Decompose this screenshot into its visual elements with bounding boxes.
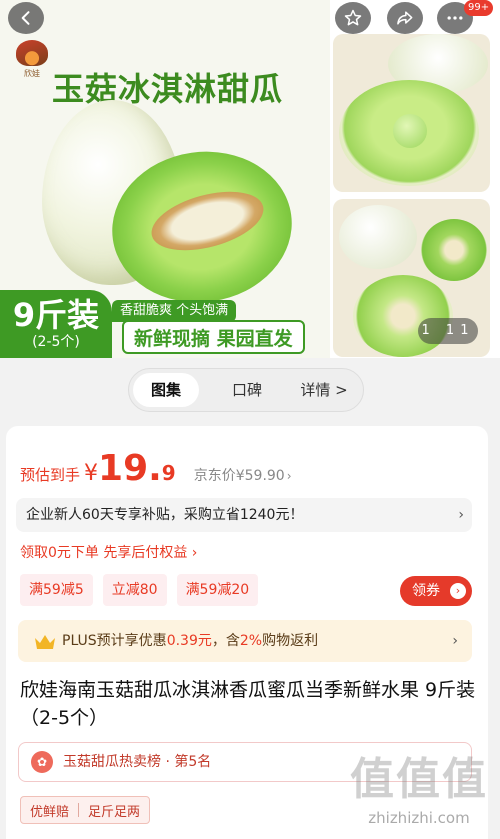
guarantee-item: 足斤足两 (88, 804, 141, 820)
weight-badge: 9斤装 (2-5个) (0, 290, 112, 358)
back-button[interactable] (8, 2, 44, 34)
subsidy-banner[interactable]: 企业新人60天专享补贴，采购立省1240元！ › (16, 498, 472, 532)
plus-amount: 0.39元 (166, 633, 212, 649)
hero-image[interactable]: 欣娃 玉菇冰淇淋甜瓜 9斤装 (2-5个) 香甜脆爽 个头饱满 新鲜现摘 果园直… (0, 0, 330, 358)
coupon-tag[interactable]: 满59减20 (176, 574, 259, 606)
crown-icon (35, 635, 55, 649)
chevron-left-icon (21, 11, 30, 25)
plus-suffix: 购物返利 (262, 633, 319, 649)
tab-gallery[interactable]: 图集 (133, 373, 199, 407)
tag-sweet: 香甜脆爽 个头饱满 (112, 300, 237, 322)
get-coupon-button[interactable]: 领券 › (400, 576, 472, 606)
brand-logo-text: 欣娃 (24, 69, 40, 78)
brand-logo-mark (16, 40, 48, 66)
price-decimal: 9 (161, 461, 176, 485)
arrow-circle-icon: › (450, 583, 466, 599)
more-dots-icon (447, 16, 463, 20)
subsidy-text: 企业新人60天专享补贴，采购立省1240元！ (26, 507, 304, 523)
plus-rate: 2% (239, 633, 263, 649)
thumb-melon-half-small (421, 219, 487, 281)
image-gallery[interactable]: 欣娃 玉菇冰淇淋甜瓜 9斤装 (2-5个) 香甜脆爽 个头饱满 新鲜现摘 果园直… (0, 0, 500, 358)
image-counter: 1 11 (418, 318, 478, 344)
thumbnail-scooped-melon[interactable] (333, 34, 490, 192)
chevron-right-icon: › (452, 633, 458, 649)
watermark-logo: 值值值 (350, 754, 488, 805)
price-label: 预估到手 (20, 466, 81, 484)
favorite-button[interactable] (335, 2, 371, 34)
weight-badge-big: 9斤装 (12, 296, 100, 334)
watermark-url: zhizhizhi.com (368, 809, 470, 827)
get-coupon-label: 领券 (412, 583, 440, 599)
credit-pay-link[interactable]: 领取0元下单 先享后付权益 › (20, 542, 197, 562)
share-button[interactable] (387, 2, 423, 34)
brand-logo: 欣娃 (12, 40, 52, 84)
coupon-tag[interactable]: 满59减5 (20, 574, 93, 606)
tab-reviews[interactable]: 口碑 (217, 373, 277, 407)
plus-middle: ，含 (211, 633, 240, 649)
tag-fresh: 新鲜现摘 果园直发 (122, 320, 305, 354)
share-icon (397, 11, 413, 25)
jd-price-link[interactable]: 京东价¥59.90 (194, 465, 285, 485)
plus-prefix: PLUS预计享优惠 (62, 633, 167, 649)
star-icon (344, 9, 362, 26)
price-currency: ¥ (84, 461, 99, 486)
jd-price-arrow[interactable]: › (287, 469, 292, 483)
price-integer: 19. (98, 448, 162, 489)
thumb-melon-ball (393, 114, 427, 148)
watermark: 值值值 zhizhizhi.com (344, 752, 494, 834)
service-guarantee[interactable]: 优鲜赔 足斤足两 (20, 796, 151, 824)
medal-icon: ✿ (31, 751, 53, 773)
notification-badge: 99+ (464, 0, 494, 16)
thumb-melon-whole (339, 205, 417, 269)
coupon-tag[interactable]: 立减80 (102, 574, 167, 606)
section-tabs: 图集 口碑 详情 > (128, 368, 364, 412)
coupon-list: 满59减5 立减80 满59减20 (20, 574, 259, 606)
thumb-melon-half-large (353, 275, 453, 357)
weight-badge-small: (2-5个) (32, 334, 80, 350)
plus-benefit-banner[interactable]: PLUS预计享优惠0.39元，含2%购物返利 › (18, 620, 472, 662)
guarantee-item: 优鲜赔 (30, 804, 70, 820)
tab-details[interactable]: 详情 > (289, 373, 359, 407)
price-row: 预估到手 ¥ 19. 9 京东价¥59.90 › (20, 448, 292, 489)
product-title: 欣娃海南玉菇甜瓜冰淇淋香瓜蜜瓜当季新鲜水果 9斤装（2-5个） (20, 679, 476, 729)
hero-title: 玉菇冰淇淋甜瓜 (52, 70, 284, 108)
chevron-right-icon: › (458, 507, 464, 523)
ranking-text: 玉菇甜瓜热卖榜 · 第5名 (63, 754, 212, 770)
